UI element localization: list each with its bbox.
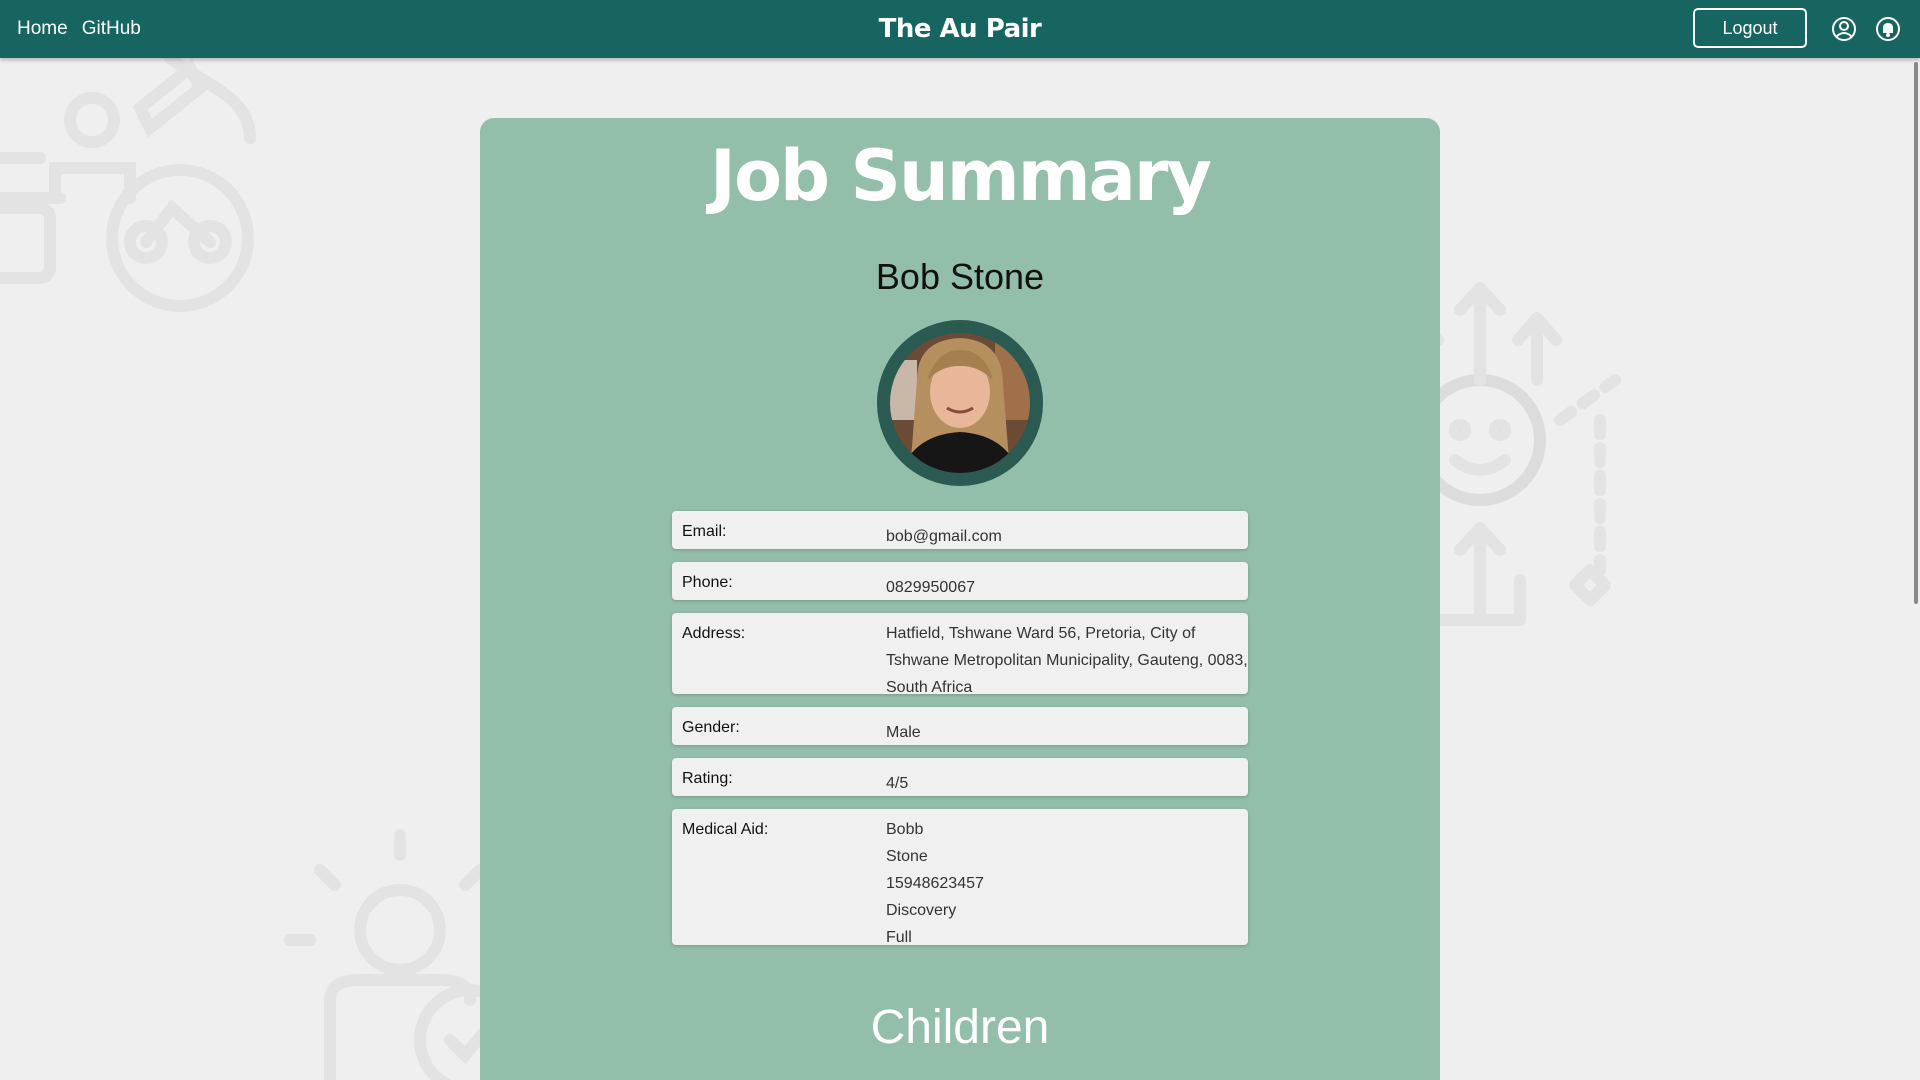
rating-value: 4/5 bbox=[886, 775, 909, 792]
gender-label: Gender: bbox=[682, 719, 740, 736]
person-name: Bob Stone bbox=[875, 256, 1045, 297]
avatar-photo bbox=[877, 320, 1043, 486]
nav-link-github[interactable]: GitHub bbox=[82, 18, 141, 40]
info-row-medical-aid: Medical Aid: Bobb Stone 15948623457 Disc… bbox=[672, 809, 1248, 946]
email-label: Email: bbox=[682, 523, 727, 540]
info-row-address: Address: Hatfield, Tshwane Ward 56, Pret… bbox=[672, 613, 1248, 696]
scrollbar-thumb[interactable] bbox=[1914, 62, 1918, 604]
address-value: Hatfield, Tshwane Ward 56, Pretoria, Cit… bbox=[886, 625, 1248, 696]
info-row-rating: Rating: 4/5 bbox=[672, 758, 1248, 796]
phone-value: 0829950067 bbox=[886, 579, 975, 596]
email-value: bob@gmail.com bbox=[886, 528, 1002, 545]
page-title: Job Summary bbox=[709, 135, 1212, 217]
rating-label: Rating: bbox=[682, 770, 733, 787]
nav-link-home[interactable]: Home bbox=[17, 18, 68, 40]
nav-links: Home GitHub bbox=[17, 0, 141, 58]
phone-label: Phone: bbox=[682, 574, 733, 591]
children-heading: Children bbox=[870, 1001, 1050, 1054]
info-row-phone: Phone: 0829950067 bbox=[672, 562, 1248, 600]
logout-button[interactable]: Logout bbox=[1693, 8, 1807, 48]
info-row-email: Email: bob@gmail.com bbox=[672, 511, 1248, 549]
profile-icon[interactable] bbox=[1831, 16, 1857, 42]
medical-aid-label: Medical Aid: bbox=[682, 821, 769, 838]
notification-bell-icon[interactable] bbox=[1875, 16, 1901, 42]
background-decoration-left-top bbox=[0, 58, 256, 312]
address-label: Address: bbox=[682, 625, 746, 642]
top-navbar: Home GitHub The Au Pair Logout bbox=[0, 0, 1920, 58]
brand-logo-text: The Au Pair bbox=[878, 14, 1042, 44]
medical-aid-value: Bobb Stone 15948623457 Discovery Full bbox=[886, 821, 984, 946]
info-row-gender: Gender: Male bbox=[672, 707, 1248, 745]
gender-value: Male bbox=[886, 724, 921, 741]
avatar bbox=[877, 320, 1043, 486]
